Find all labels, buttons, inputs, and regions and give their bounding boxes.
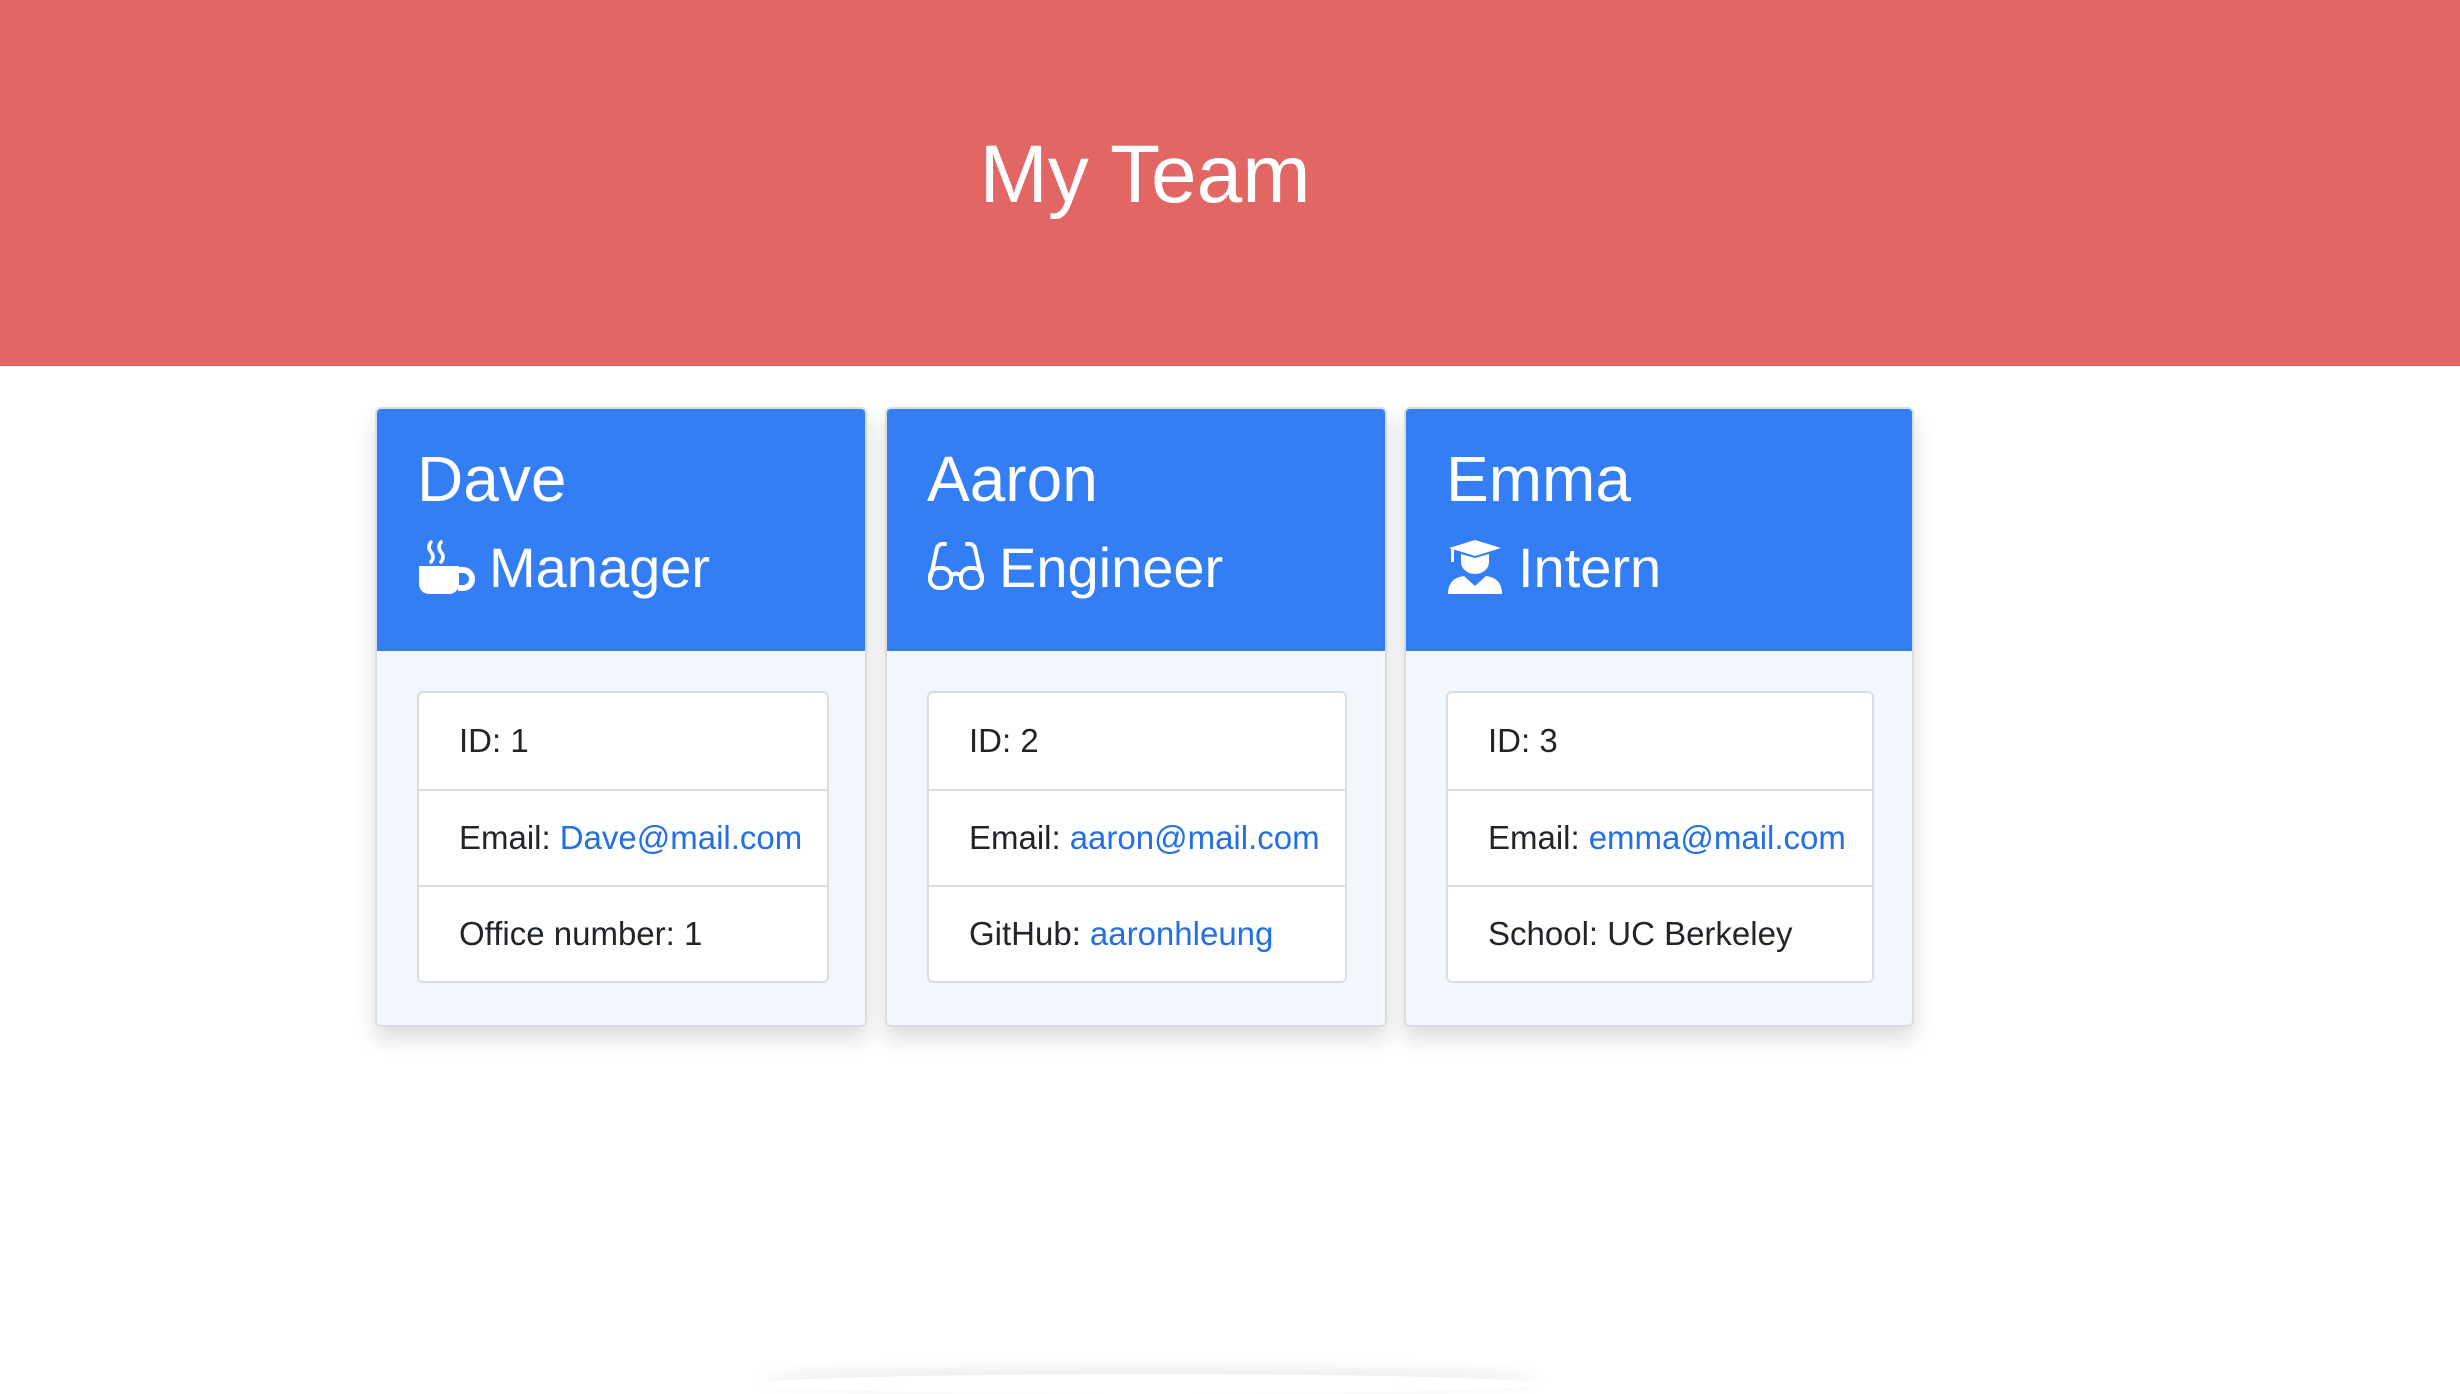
- list-item-id: ID: 2: [929, 693, 1345, 789]
- graduate-student-icon: [1446, 538, 1504, 596]
- employee-card-engineer: Aaron Engineer ID: 2 Email: aaron@mail.c…: [885, 407, 1387, 1027]
- id-text: ID: 3: [1488, 722, 1558, 759]
- list-item-github: GitHub: aaronhleung: [929, 885, 1345, 981]
- glasses-icon: [927, 538, 985, 596]
- footer-shadow: [760, 1374, 1540, 1394]
- role-label: Manager: [489, 535, 711, 599]
- id-text: ID: 2: [969, 722, 1039, 759]
- email-link[interactable]: emma@mail.com: [1589, 819, 1846, 857]
- employee-role: Manager: [417, 527, 710, 607]
- role-label: Intern: [1518, 535, 1662, 599]
- employee-name: Emma: [1446, 443, 1631, 515]
- card-header: Aaron Engineer: [887, 409, 1385, 651]
- employee-name: Dave: [417, 443, 567, 515]
- employee-name: Aaron: [927, 443, 1098, 515]
- school-text: School: UC Berkeley: [1488, 915, 1793, 952]
- email-link[interactable]: aaron@mail.com: [1070, 819, 1320, 857]
- coffee-mug-icon: [417, 538, 475, 596]
- role-label: Engineer: [999, 535, 1224, 599]
- list-item-office-number: Office number: 1: [419, 885, 827, 981]
- list-item-email: Email: emma@mail.com: [1448, 789, 1872, 885]
- list-item-id: ID: 3: [1448, 693, 1872, 789]
- id-text: ID: 1: [459, 722, 529, 759]
- card-header: Dave Manager: [377, 409, 865, 651]
- info-list: ID: 1 Email: Dave@mail.com Office number…: [417, 691, 829, 983]
- github-label: GitHub:: [969, 915, 1081, 952]
- page-title: My Team: [979, 129, 1311, 220]
- employee-card-intern: Emma Intern ID: 3 Email: emma@mail.com S…: [1404, 407, 1914, 1027]
- list-item-id: ID: 1: [419, 693, 827, 789]
- email-label: Email:: [1488, 819, 1580, 856]
- list-item-school: School: UC Berkeley: [1448, 885, 1872, 981]
- employee-role: Intern: [1446, 527, 1661, 607]
- github-link[interactable]: aaronhleung: [1090, 915, 1274, 953]
- employee-card-manager: Dave Manager ID: 1 Email: Dave@mail.com …: [375, 407, 867, 1027]
- info-list: ID: 2 Email: aaron@mail.com GitHub: aaro…: [927, 691, 1347, 983]
- info-list: ID: 3 Email: emma@mail.com School: UC Be…: [1446, 691, 1874, 983]
- email-link[interactable]: Dave@mail.com: [560, 819, 803, 857]
- email-label: Email:: [459, 819, 551, 856]
- card-header: Emma Intern: [1406, 409, 1912, 651]
- list-item-email: Email: Dave@mail.com: [419, 789, 827, 885]
- office-number-text: Office number: 1: [459, 915, 703, 952]
- page-header: My Team: [0, 0, 2460, 366]
- list-item-email: Email: aaron@mail.com: [929, 789, 1345, 885]
- email-label: Email:: [969, 819, 1061, 856]
- employee-role: Engineer: [927, 527, 1223, 607]
